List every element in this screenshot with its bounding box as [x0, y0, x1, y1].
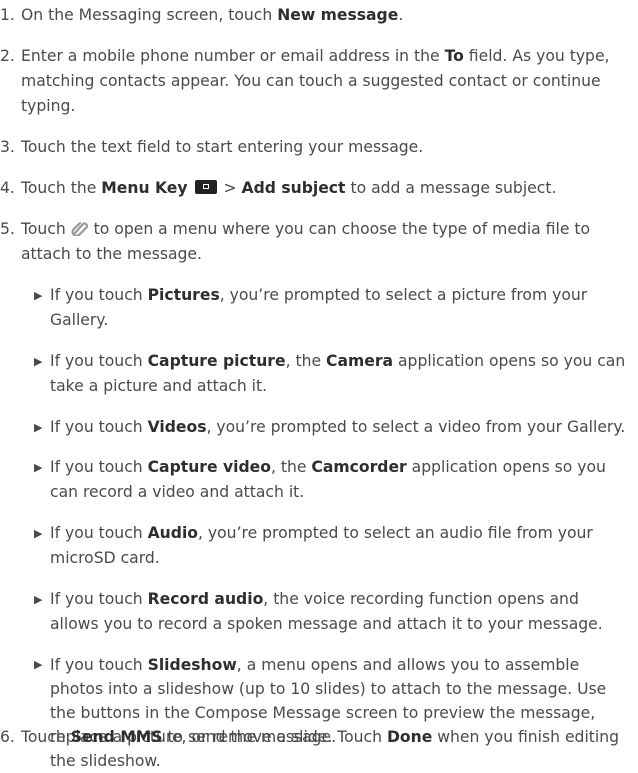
- term-menu-key: Menu Key: [101, 179, 188, 197]
- term-to: To: [444, 47, 464, 65]
- step-text: Touch Send MMS to send the message.: [21, 728, 337, 746]
- step-6: 6. Touch Send MMS to send the message.: [0, 725, 632, 750]
- bullet-record-audio: ▶ If you touch Record audio, the voice r…: [0, 587, 632, 637]
- step-number: 4.: [0, 179, 15, 197]
- step-text: Touch to open a menu where you can choos…: [21, 220, 591, 263]
- bullet-marker-icon: ▶: [34, 289, 43, 302]
- bullet-pictures: ▶ If you touch Pictures, you’re prompted…: [0, 283, 632, 333]
- bullet-videos: ▶ If you touch Videos, you’re prompted t…: [0, 415, 632, 440]
- step-text: Enter a mobile phone number or email add…: [21, 47, 610, 115]
- step-number: 1.: [0, 6, 15, 24]
- bullet-capture-picture: ▶ If you touch Capture picture, the Came…: [0, 349, 632, 399]
- step-text: On the Messaging screen, touch New messa…: [21, 6, 404, 24]
- bullet-audio: ▶ If you touch Audio, you’re prompted to…: [0, 521, 632, 571]
- step-2: 2. Enter a mobile phone number or email …: [0, 44, 632, 119]
- menu-key-icon: [194, 180, 217, 194]
- step-number: 6.: [0, 728, 15, 746]
- step-number: 5.: [0, 220, 15, 238]
- step-3: 3. Touch the text field to start enterin…: [0, 135, 632, 160]
- step-4: 4. Touch the Menu Key > Add subject to a…: [0, 176, 632, 201]
- bullet-marker-icon: ▶: [34, 527, 43, 540]
- bullet-marker-icon: ▶: [34, 658, 43, 671]
- bullet-marker-icon: ▶: [34, 355, 43, 368]
- term-add-subject: Add subject: [241, 179, 346, 197]
- step-1: 1. On the Messaging screen, touch New me…: [0, 3, 632, 28]
- step-text: Touch the Menu Key > Add subject to add …: [21, 179, 557, 197]
- paperclip-icon: [71, 221, 88, 236]
- instruction-document: 1. On the Messaging screen, touch New me…: [0, 0, 638, 770]
- bullet-marker-icon: ▶: [34, 421, 43, 434]
- step-text: Touch the text field to start entering y…: [21, 138, 424, 156]
- step-number: 2.: [0, 47, 15, 65]
- term-new-message: New message: [277, 6, 399, 24]
- step-number: 3.: [0, 138, 15, 156]
- bullet-marker-icon: ▶: [34, 461, 43, 474]
- term-send-mms: Send MMS: [70, 728, 163, 746]
- bullet-slideshow: ▶ If you touch Slideshow, a menu opens a…: [0, 653, 632, 773]
- step-5: 5. Touch to open a menu where you can ch…: [0, 217, 632, 267]
- bullet-capture-video: ▶ If you touch Capture video, the Camcor…: [0, 455, 632, 505]
- bullet-marker-icon: ▶: [34, 593, 43, 606]
